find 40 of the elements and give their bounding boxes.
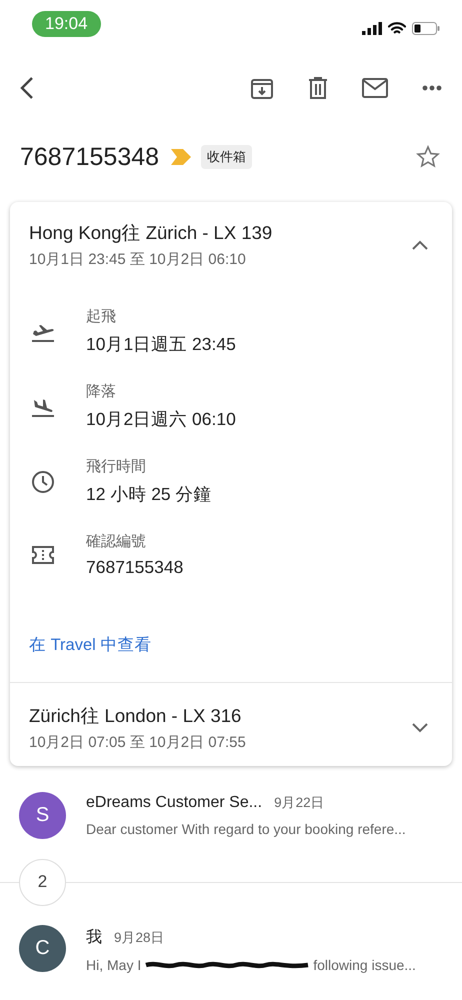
detail-label: 降落: [86, 382, 117, 401]
message-snippet: following issue...: [313, 957, 416, 973]
flight-title: Hong Kong往 Zürich - LX 139: [29, 221, 272, 245]
detail-value: 12 小時 25 分鐘: [86, 483, 212, 506]
detail-value: 7687155348: [86, 557, 184, 578]
sender-avatar: S: [19, 792, 66, 839]
chevron-icon[interactable]: [412, 240, 428, 250]
detail-label: 確認編號: [86, 532, 147, 551]
message-date: 9月22日: [274, 794, 325, 812]
more-icon[interactable]: [422, 85, 442, 91]
mail-icon[interactable]: [362, 78, 388, 98]
star-icon[interactable]: [416, 145, 440, 169]
sender-name: 我: [86, 928, 102, 948]
detail-value: 10月2日週六 06:10: [86, 408, 236, 431]
sender-name: eDreams Customer Se...: [86, 794, 262, 812]
detail-value: 10月1日週五 23:45: [86, 333, 236, 356]
delete-icon[interactable]: [308, 76, 328, 100]
archive-icon[interactable]: [250, 76, 274, 100]
wifi-icon: [388, 22, 406, 34]
battery-icon: [412, 22, 440, 34]
sender-avatar: C: [19, 925, 66, 972]
detail-label: 起飛: [86, 307, 117, 326]
view-in-travel-link[interactable]: 在 Travel 中查看: [29, 634, 152, 656]
status-time: 19:04: [32, 11, 101, 37]
clock-icon: [31, 470, 55, 494]
email-subject: 7687155348: [20, 142, 160, 172]
ticket-icon: [31, 545, 55, 565]
flight-times: 10月2日 07:05 至 10月2日 07:55: [29, 733, 246, 752]
message-snippet: Hi, May I: [86, 957, 142, 973]
message-date: 9月28日: [114, 929, 165, 947]
signal-icon: [362, 22, 382, 34]
flight-title: Zürich往 London - LX 316: [29, 704, 242, 728]
collapsed-count[interactable]: 2: [19, 858, 66, 906]
inbox-label[interactable]: 收件箱: [201, 145, 252, 169]
landing-icon: [31, 396, 55, 416]
flight-times: 10月1日 23:45 至 10月2日 06:10: [29, 250, 247, 269]
chevron-icon[interactable]: [412, 722, 428, 732]
detail-label: 飛行時間: [86, 457, 147, 476]
back-icon[interactable]: [20, 76, 34, 100]
message-snippet: Dear customer With regard to your booking refere...: [86, 821, 406, 837]
